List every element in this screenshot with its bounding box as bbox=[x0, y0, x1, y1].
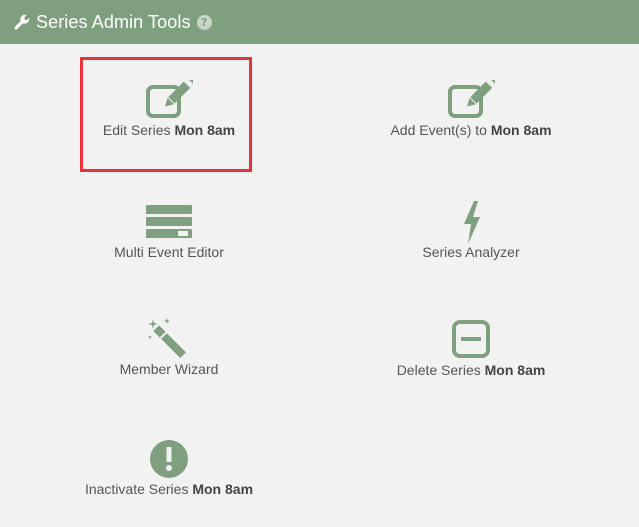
multi-event-editor-button[interactable]: Multi Event Editor bbox=[79, 200, 259, 260]
series-analyzer-label: Series Analyzer bbox=[422, 244, 520, 260]
edit-icon bbox=[139, 78, 199, 122]
member-wizard-button[interactable]: Member Wizard bbox=[79, 317, 259, 377]
multi-event-editor-label: Multi Event Editor bbox=[114, 244, 224, 260]
add-events-button[interactable]: Add Event(s) to Mon 8am bbox=[381, 78, 561, 138]
lightning-bolt-icon bbox=[441, 200, 501, 244]
add-events-label: Add Event(s) to Mon 8am bbox=[390, 122, 552, 138]
series-analyzer-button[interactable]: Series Analyzer bbox=[381, 200, 561, 260]
edit-series-button[interactable]: Edit Series Mon 8am bbox=[79, 78, 259, 138]
minus-square-icon bbox=[441, 318, 501, 362]
inactivate-series-button[interactable]: Inactivate Series Mon 8am bbox=[79, 437, 259, 497]
question-circle-icon[interactable]: ? bbox=[196, 14, 212, 30]
exclamation-circle-icon bbox=[139, 437, 199, 481]
member-wizard-label: Member Wizard bbox=[119, 361, 219, 377]
server-stack-icon bbox=[139, 200, 199, 244]
inactivate-series-label: Inactivate Series Mon 8am bbox=[84, 481, 254, 497]
edit-series-label: Edit Series Mon 8am bbox=[102, 122, 236, 138]
page-title: Series Admin Tools bbox=[36, 11, 191, 32]
delete-series-button[interactable]: Delete Series Mon 8am bbox=[381, 318, 561, 378]
wrench-icon bbox=[13, 13, 31, 31]
delete-series-label: Delete Series Mon 8am bbox=[396, 362, 546, 378]
panel-header: Series Admin Tools ? bbox=[0, 0, 639, 44]
edit-icon bbox=[441, 78, 501, 122]
magic-wand-icon bbox=[139, 317, 199, 361]
